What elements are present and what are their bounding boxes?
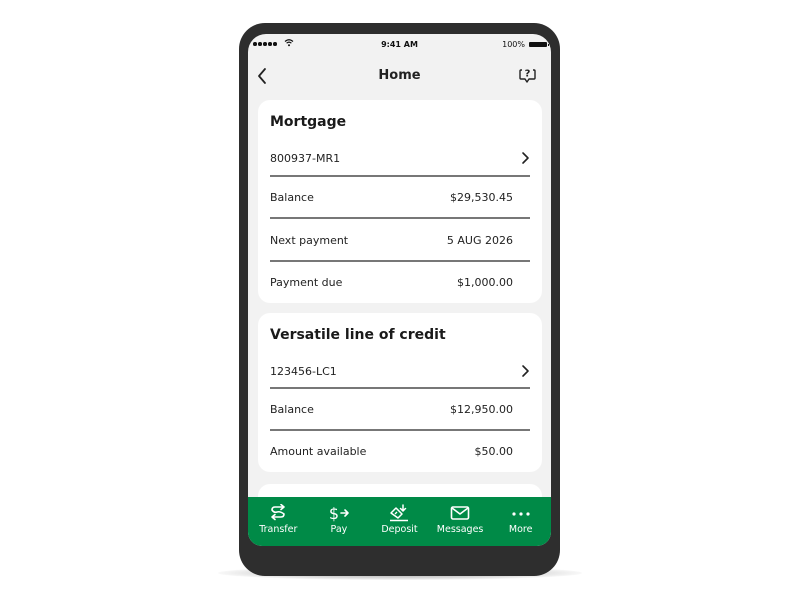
detail-row: Next payment 5 AUG 2026	[270, 234, 513, 254]
messages-icon	[450, 506, 470, 520]
detail-value: 5 AUG 2026	[446, 234, 513, 247]
battery-icon	[529, 42, 549, 47]
account-number-link[interactable]: 123456-LC1	[270, 357, 530, 387]
divider	[270, 217, 530, 219]
account-card-line-of-credit: Versatile line of credit 123456-LC1 Bala…	[258, 313, 542, 472]
detail-label: Next payment	[270, 234, 349, 247]
detail-row: Balance $29,530.45	[270, 191, 513, 211]
tab-label: Deposit	[381, 524, 418, 535]
detail-label: Balance	[270, 403, 314, 416]
nav-bar: Home ?	[248, 56, 551, 96]
detail-label: Amount available	[270, 445, 367, 458]
bottom-tab-bar: Transfer $ Pay Deposit Messages More	[248, 497, 551, 546]
battery-percent: 100%	[502, 40, 525, 49]
tab-label: Messages	[436, 524, 484, 535]
account-title: Mortgage	[270, 114, 347, 130]
tab-pay[interactable]: $ Pay	[309, 497, 370, 546]
account-card-mortgage: Mortgage 800937-MR1 Balance $29,530.45 N…	[258, 100, 542, 303]
help-chat-icon[interactable]: ?	[517, 65, 539, 87]
account-number: 800937-MR1	[270, 152, 341, 165]
detail-value: $50.00	[474, 445, 514, 458]
tab-more[interactable]: More	[490, 497, 551, 546]
status-bar: 9:41 AM 100%	[248, 34, 551, 54]
transfer-icon	[271, 504, 286, 521]
divider	[270, 175, 530, 177]
detail-label: Balance	[270, 191, 314, 204]
tab-messages[interactable]: Messages	[430, 497, 491, 546]
phone-screen: 9:41 AM 100% Home ? Mortgage 800937-MR1	[248, 34, 551, 546]
account-title: Versatile line of credit	[270, 327, 446, 343]
account-number-link[interactable]: 800937-MR1	[270, 144, 530, 174]
divider	[270, 260, 530, 262]
detail-label: Payment due	[270, 276, 343, 289]
more-icon	[512, 512, 530, 516]
detail-row: Balance $12,950.00	[270, 403, 513, 423]
chevron-right-icon	[522, 152, 529, 164]
tab-deposit[interactable]: Deposit	[369, 497, 430, 546]
divider	[270, 387, 530, 389]
detail-row: Payment due $1,000.00	[270, 276, 513, 296]
tab-label: Pay	[330, 524, 348, 535]
account-number: 123456-LC1	[270, 365, 337, 378]
chevron-right-icon	[522, 365, 529, 377]
detail-value: $1,000.00	[457, 276, 513, 289]
svg-text:$: $	[329, 504, 339, 522]
detail-value: $29,530.45	[450, 191, 513, 204]
svg-text:?: ?	[525, 69, 531, 80]
tab-label: More	[508, 524, 533, 535]
detail-value: $12,950.00	[450, 403, 513, 416]
tab-transfer[interactable]: Transfer	[248, 497, 309, 546]
divider	[270, 429, 530, 431]
tab-label: Transfer	[259, 524, 298, 535]
deposit-icon	[390, 504, 409, 522]
phone-frame: 9:41 AM 100% Home ? Mortgage 800937-MR1	[239, 23, 560, 576]
detail-row: Amount available $50.00	[270, 445, 513, 465]
pay-icon: $	[329, 504, 349, 522]
page-title: Home	[378, 68, 421, 83]
